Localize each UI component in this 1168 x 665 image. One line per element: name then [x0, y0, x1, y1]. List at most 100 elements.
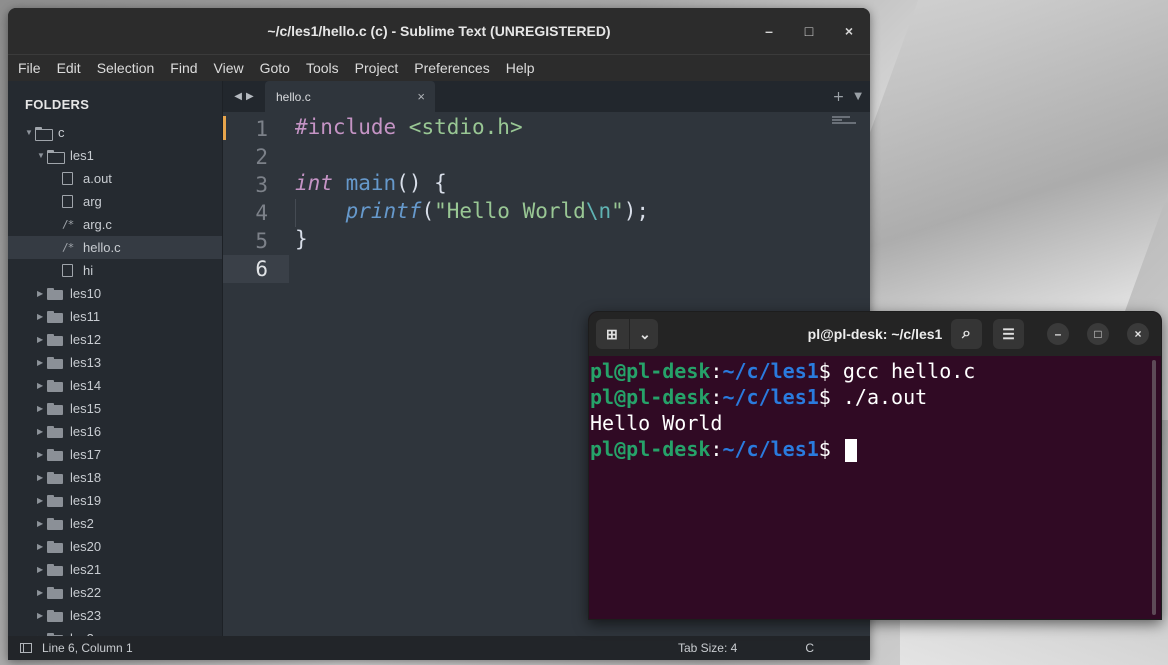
prompt-user: pl@pl-desk — [590, 359, 711, 383]
code-line[interactable]: 4 printf("Hello World\n"); — [223, 199, 870, 227]
terminal-command: ./a.out — [842, 385, 928, 409]
code-token: } — [295, 227, 308, 251]
maximize-icon[interactable]: □ — [802, 23, 816, 39]
sidebar-folder-les13[interactable]: ▶ les13 — [8, 351, 222, 374]
terminal-output[interactable]: pl@pl-desk:~/c/les1$ gcc hello.c pl@pl-de… — [589, 356, 1161, 619]
terminal-scrollbar[interactable] — [1152, 360, 1156, 615]
sidebar-folder-les12[interactable]: ▶ les12 — [8, 328, 222, 351]
tab-close-icon[interactable]: × — [417, 89, 425, 104]
terminal-minimize-button[interactable]: – — [1047, 323, 1069, 345]
file-icon — [62, 172, 73, 185]
sidebar-folder-les22[interactable]: ▶ les22 — [8, 581, 222, 604]
new-tab-icon[interactable]: + — [833, 89, 845, 105]
terminal-headerbar[interactable]: ⊞ ⌄ pl@pl-desk: ~/c/les1 ⌕ ☰ – □ × — [589, 312, 1161, 356]
sidebar-file-hello-c[interactable]: /* hello.c — [8, 236, 222, 259]
menu-item-selection[interactable]: Selection — [97, 60, 163, 76]
menu-item-project[interactable]: Project — [355, 60, 407, 76]
menu-bar: File Edit Selection Find View Goto Tools Projec… — [8, 54, 870, 81]
tree-item-label: arg — [83, 194, 102, 209]
menu-item-file[interactable]: File — [18, 60, 49, 76]
chevron-down-icon[interactable]: ▼ — [37, 151, 47, 160]
menu-item-view[interactable]: View — [214, 60, 252, 76]
folder-icon — [47, 287, 63, 300]
chevron-right-icon[interactable]: ▶ — [37, 312, 47, 321]
sidebar-file-arg-c[interactable]: /* arg.c — [8, 213, 222, 236]
chevron-right-icon[interactable]: ▶ — [37, 358, 47, 367]
sidebar-folder-les23[interactable]: ▶ les23 — [8, 604, 222, 627]
prompt-symbol: $ — [818, 385, 843, 409]
folder-icon — [47, 356, 63, 369]
code-token: #include — [295, 115, 409, 139]
new-tab-button[interactable]: ⊞ ⌄ — [596, 319, 658, 349]
chevron-right-icon[interactable]: ▶ — [37, 450, 47, 459]
chevron-right-icon[interactable]: ▶ — [37, 427, 47, 436]
cursor-position: Line 6, Column 1 — [42, 641, 133, 655]
terminal-maximize-button[interactable]: □ — [1087, 323, 1109, 345]
minimize-icon[interactable]: – — [762, 23, 776, 39]
sidebar-folder-les21[interactable]: ▶ les21 — [8, 558, 222, 581]
chevron-right-icon[interactable]: ▶ — [37, 381, 47, 390]
panel-toggle-icon[interactable] — [20, 643, 32, 653]
prompt-separator: : — [710, 385, 723, 409]
code-line[interactable]: 6 — [223, 255, 870, 283]
tab-prev-icon[interactable]: ◀ — [234, 91, 242, 102]
code-line[interactable]: 2 — [223, 143, 870, 171]
window-title: ~/c/les1/hello.c (c) - Sublime Text (UNR… — [267, 23, 611, 39]
tab-next-icon[interactable]: ▶ — [246, 91, 254, 102]
terminal-window: ⊞ ⌄ pl@pl-desk: ~/c/les1 ⌕ ☰ – □ × pl@pl… — [588, 311, 1162, 620]
sidebar-file-arg[interactable]: arg — [8, 190, 222, 213]
chevron-right-icon[interactable]: ▶ — [37, 588, 47, 597]
sidebar-folder-les3[interactable]: ▶les3 — [8, 627, 222, 636]
menu-item-edit[interactable]: Edit — [57, 60, 89, 76]
chevron-down-icon[interactable]: ▼ — [25, 128, 35, 137]
chevron-right-icon[interactable]: ▶ — [37, 542, 47, 551]
sidebar-folder-les17[interactable]: ▶ les17 — [8, 443, 222, 466]
chevron-right-icon[interactable]: ▶ — [37, 611, 47, 620]
code-line[interactable]: 1 #include <stdio.h> — [223, 115, 870, 143]
tab-hello-c[interactable]: hello.c × — [265, 81, 435, 112]
sidebar-folder-les15[interactable]: ▶ les15 — [8, 397, 222, 420]
sidebar-file-hi[interactable]: hi — [8, 259, 222, 282]
sidebar-folder-les1[interactable]: ▼ les1 — [8, 144, 222, 167]
syntax-indicator[interactable]: C — [805, 641, 814, 655]
chevron-right-icon[interactable]: ▶ — [37, 289, 47, 298]
code-line[interactable]: 5} — [223, 227, 870, 255]
chevron-right-icon[interactable]: ▶ — [37, 473, 47, 482]
folders-heading: FOLDERS — [25, 97, 90, 112]
c-source-icon: /* — [62, 241, 74, 254]
chevron-down-icon[interactable]: ⌄ — [639, 326, 651, 343]
sidebar-folder-les2[interactable]: ▶ les2 — [8, 512, 222, 535]
chevron-right-icon[interactable]: ▶ — [37, 496, 47, 505]
sidebar-folder-les16[interactable]: ▶ les16 — [8, 420, 222, 443]
hamburger-menu-button[interactable]: ☰ — [993, 319, 1024, 349]
sidebar-file-a-out[interactable]: a.out — [8, 167, 222, 190]
chevron-right-icon[interactable]: ▶ — [37, 565, 47, 574]
code-token: " — [611, 199, 624, 223]
menu-item-tools[interactable]: Tools — [306, 60, 347, 76]
sidebar-folder-c[interactable]: ▼ c — [8, 121, 222, 144]
chevron-right-icon[interactable]: ▶ — [37, 519, 47, 528]
sidebar-folder-les20[interactable]: ▶ les20 — [8, 535, 222, 558]
sublime-titlebar[interactable]: ~/c/les1/hello.c (c) - Sublime Text (UNR… — [8, 8, 870, 54]
sidebar-folder-les10[interactable]: ▶ les10 — [8, 282, 222, 305]
tree-item-label: les15 — [70, 401, 102, 416]
sidebar-folder-les11[interactable]: ▶ les11 — [8, 305, 222, 328]
code-line[interactable]: 3 int main() { — [223, 171, 870, 199]
sidebar-folder-les14[interactable]: ▶ les14 — [8, 374, 222, 397]
sidebar-folder-les18[interactable]: ▶ les18 — [8, 466, 222, 489]
sidebar-folder-les19[interactable]: ▶ les19 — [8, 489, 222, 512]
tree-item-label: les1 — [70, 148, 94, 163]
folder-icon — [47, 379, 63, 392]
menu-item-preferences[interactable]: Preferences — [414, 60, 497, 76]
terminal-close-button[interactable]: × — [1127, 323, 1149, 345]
menu-item-goto[interactable]: Goto — [260, 60, 298, 76]
close-icon[interactable]: × — [842, 23, 856, 39]
search-button[interactable]: ⌕ — [951, 319, 982, 349]
chevron-right-icon[interactable]: ▶ — [37, 335, 47, 344]
folder-icon — [47, 494, 63, 507]
tab-menu-icon[interactable]: ▼ — [854, 91, 862, 102]
chevron-right-icon[interactable]: ▶ — [37, 404, 47, 413]
menu-item-help[interactable]: Help — [506, 60, 543, 76]
menu-item-find[interactable]: Find — [170, 60, 205, 76]
tab-size-indicator[interactable]: Tab Size: 4 — [678, 641, 737, 655]
